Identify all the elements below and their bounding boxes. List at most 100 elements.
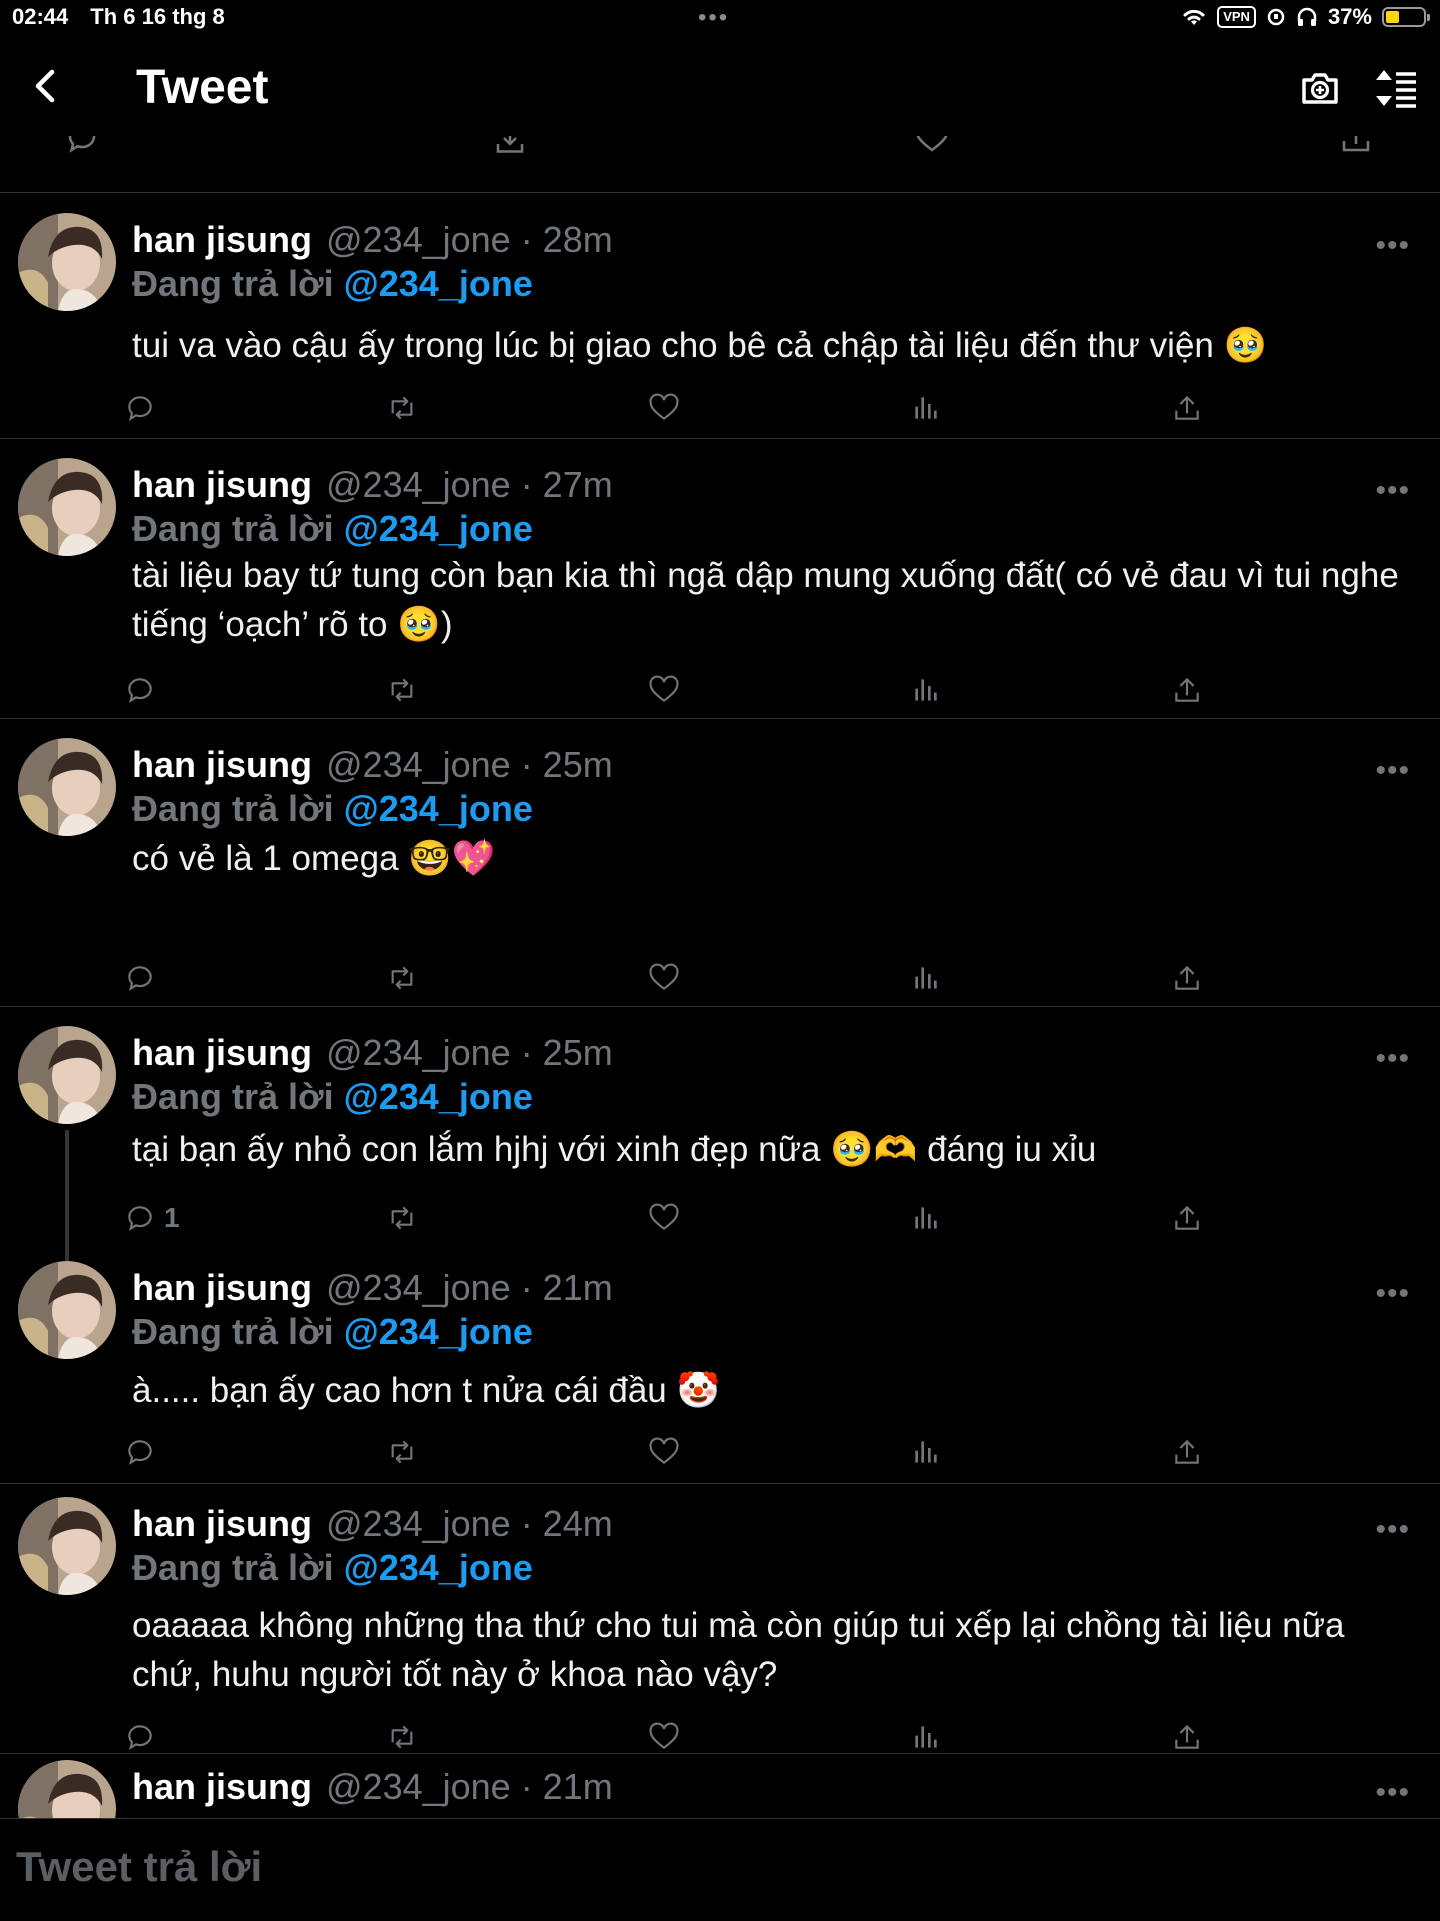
handle-time: @234_jone · 25m: [326, 1032, 613, 1073]
reply-button[interactable]: [124, 1434, 164, 1470]
avatar[interactable]: [18, 1026, 116, 1124]
views-button[interactable]: [910, 1200, 942, 1236]
bookmark-icon[interactable]: [492, 136, 528, 156]
sort-list-icon[interactable]: [1374, 66, 1418, 110]
replying-to-label: Đang trả lời: [132, 1547, 334, 1588]
tweet[interactable]: han jisung @234_jone · 27m ••• Đang trả lời…: [0, 438, 1440, 719]
retweet-button[interactable]: [386, 960, 418, 996]
reply-input-placeholder[interactable]: Tweet trả lời: [16, 1843, 262, 1891]
retweet-icon: [391, 966, 413, 990]
like-button[interactable]: [648, 672, 680, 708]
display-name[interactable]: han jisung: [132, 219, 312, 260]
more-icon[interactable]: •••: [1375, 754, 1410, 788]
reply-button[interactable]: [124, 672, 164, 708]
tweet-header: han jisung @234_jone · 21m: [132, 1766, 613, 1808]
mention-link[interactable]: @234_jone: [344, 508, 533, 549]
tweet-text: oaaaaa không những tha thứ cho tui mà cò…: [132, 1606, 1345, 1694]
avatar[interactable]: [18, 1760, 116, 1818]
retweet-button[interactable]: [386, 1434, 418, 1470]
replying-to-label: Đang trả lời: [132, 508, 334, 549]
thread-line: [65, 1245, 69, 1261]
reply-composer[interactable]: Tweet trả lời: [0, 1818, 1440, 1921]
share-button[interactable]: [1171, 960, 1203, 996]
tweet[interactable]: han jisung @234_jone · 28m ••• Đang trả lời…: [0, 193, 1440, 439]
tweet[interactable]: han jisung @234_jone · 25m ••• Đang trả lời…: [0, 718, 1440, 1007]
tweet[interactable]: han jisung @234_jone · 25m ••• Đang trả lời…: [0, 1006, 1440, 1245]
more-icon[interactable]: •••: [1375, 229, 1410, 263]
camera-plus-icon[interactable]: [1298, 66, 1342, 110]
top-nav-bar: Tweet: [0, 38, 1440, 142]
tweet[interactable]: han jisung @234_jone · 24m ••• Đang trả lời…: [0, 1483, 1440, 1754]
display-name[interactable]: han jisung: [132, 464, 312, 505]
avatar[interactable]: [18, 738, 116, 836]
display-name[interactable]: han jisung: [132, 744, 312, 785]
avatar[interactable]: [18, 1497, 116, 1595]
share-icon: [1175, 1205, 1199, 1230]
like-button[interactable]: [648, 1719, 680, 1755]
retweet-icon: [391, 396, 413, 420]
share-icon: [1175, 395, 1199, 420]
display-name[interactable]: han jisung: [132, 1503, 312, 1544]
display-name[interactable]: han jisung: [132, 1267, 312, 1308]
share-button[interactable]: [1171, 1434, 1203, 1470]
retweet-button[interactable]: [386, 390, 418, 426]
retweet-icon: [391, 1206, 413, 1230]
mention-link[interactable]: @234_jone: [344, 263, 533, 304]
more-icon[interactable]: •••: [1375, 474, 1410, 508]
share-button[interactable]: [1171, 672, 1203, 708]
like-button[interactable]: [648, 1200, 680, 1236]
mention-link[interactable]: @234_jone: [344, 1547, 533, 1588]
like-button[interactable]: [648, 1434, 680, 1470]
reply-button[interactable]: [124, 1719, 164, 1755]
tweet-text: tài liệu bay tứ tung còn bạn kia thì ngã…: [132, 556, 1399, 644]
more-icon[interactable]: •••: [1375, 1042, 1410, 1076]
mention-link[interactable]: @234_jone: [344, 788, 533, 829]
reply-button[interactable]: 1: [124, 1200, 180, 1236]
analytics-icon: [915, 679, 937, 701]
share-icon[interactable]: [1338, 136, 1374, 156]
heart-icon: [649, 675, 679, 703]
replying-to: Đang trả lời @234_jone: [132, 788, 533, 830]
heart-icon: [649, 393, 679, 421]
tweet-header: han jisung @234_jone · 25m: [132, 1032, 613, 1074]
views-button[interactable]: [910, 1434, 942, 1470]
tweet-actions: [128, 1434, 1440, 1470]
reply-button[interactable]: [124, 390, 164, 426]
share-icon: [1175, 677, 1199, 702]
views-button[interactable]: [910, 960, 942, 996]
reply-button[interactable]: [124, 960, 164, 996]
more-icon[interactable]: •••: [1375, 1277, 1410, 1311]
heart-icon: [649, 1203, 679, 1231]
share-button[interactable]: [1171, 1200, 1203, 1236]
mention-link[interactable]: @234_jone: [344, 1311, 533, 1352]
display-name[interactable]: han jisung: [132, 1032, 312, 1073]
replying-to-label: Đang trả lời: [132, 1311, 334, 1352]
mention-link[interactable]: @234_jone: [344, 1076, 533, 1117]
share-button[interactable]: [1171, 1719, 1203, 1755]
retweet-button[interactable]: [386, 1200, 418, 1236]
avatar[interactable]: [18, 213, 116, 311]
heart-icon[interactable]: [914, 136, 950, 156]
views-button[interactable]: [910, 1719, 942, 1755]
multitasking-dots-icon[interactable]: •••: [698, 4, 729, 32]
more-icon[interactable]: •••: [1375, 1776, 1410, 1810]
retweet-button[interactable]: [386, 672, 418, 708]
avatar[interactable]: [18, 458, 116, 556]
retweet-button[interactable]: [386, 1719, 418, 1755]
reply-icon[interactable]: [64, 136, 100, 156]
share-button[interactable]: [1171, 390, 1203, 426]
display-name[interactable]: han jisung: [132, 1766, 312, 1807]
heart-icon: [649, 1437, 679, 1465]
avatar[interactable]: [18, 1261, 116, 1359]
views-button[interactable]: [910, 672, 942, 708]
like-button[interactable]: [648, 960, 680, 996]
views-button[interactable]: [910, 390, 942, 426]
analytics-icon: [915, 1207, 937, 1229]
share-icon: [1175, 1439, 1199, 1464]
tweet[interactable]: han jisung @234_jone · 21m •••: [0, 1753, 1440, 1818]
tweet[interactable]: han jisung @234_jone · 21m ••• Đang trả lời…: [0, 1245, 1440, 1484]
chevron-left-icon[interactable]: [26, 66, 66, 106]
like-button[interactable]: [648, 390, 680, 426]
more-icon[interactable]: •••: [1375, 1513, 1410, 1547]
tweet-text: tui va vào cậu ấy trong lúc bị giao cho …: [132, 326, 1268, 365]
